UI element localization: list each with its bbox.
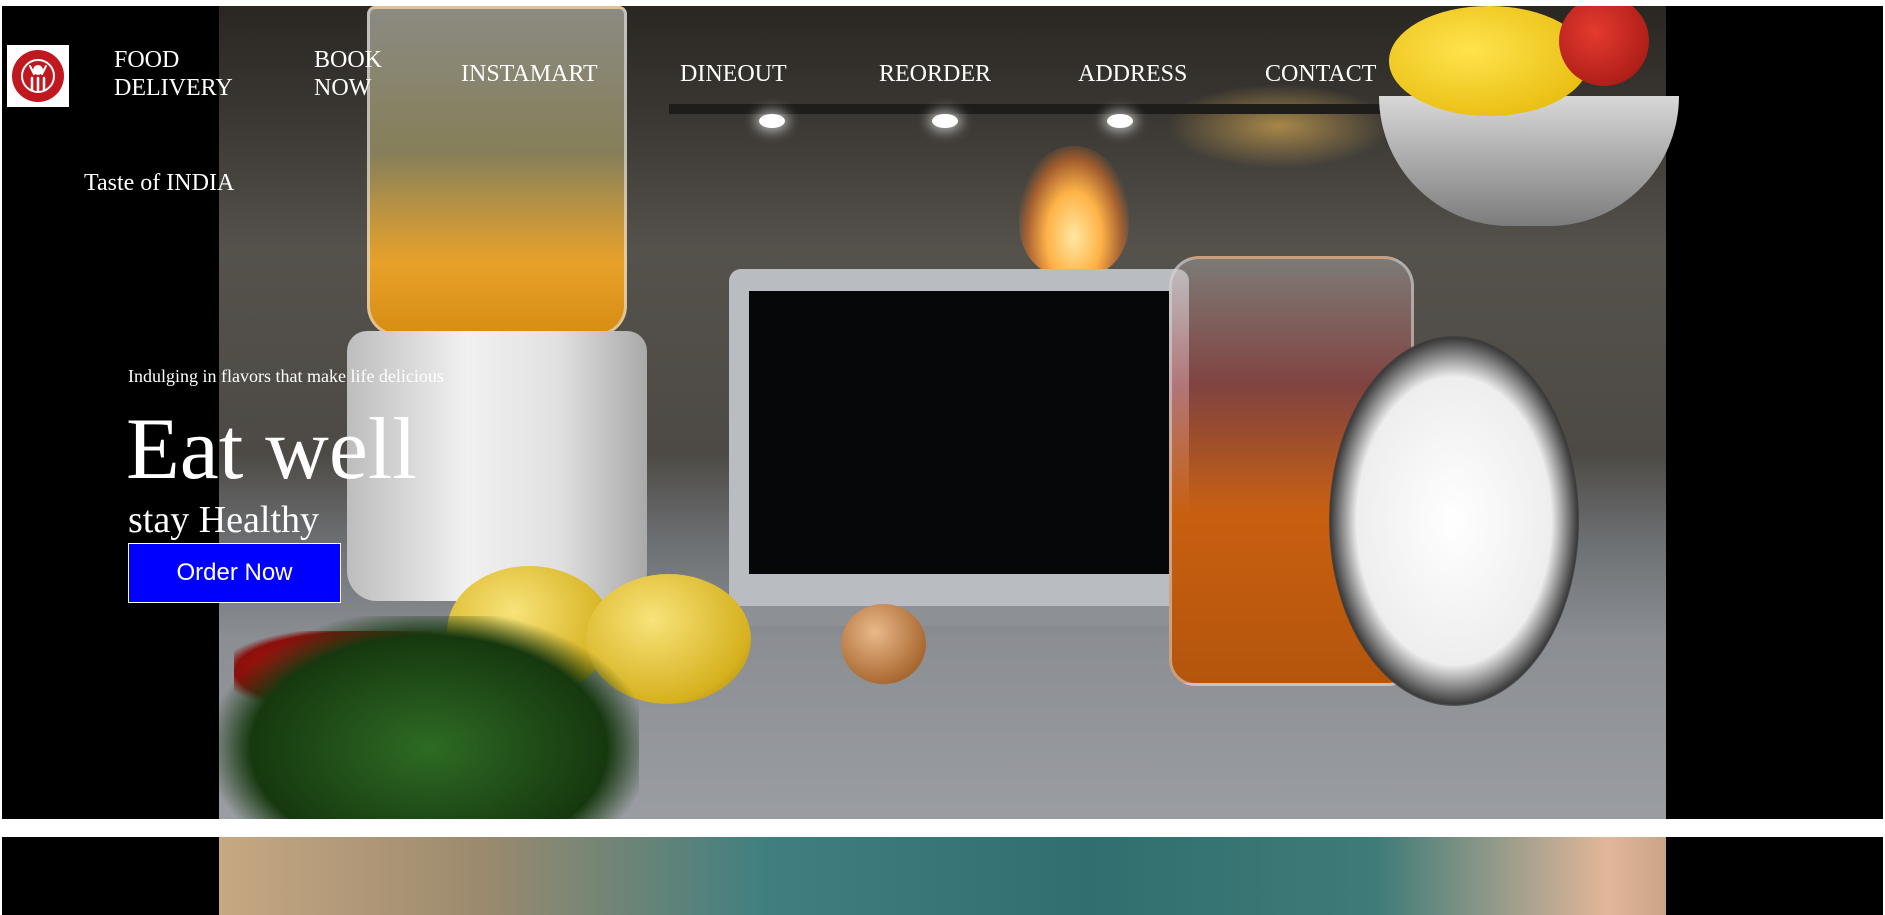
- hero-image-laptop-screen: [749, 291, 1169, 574]
- nav-item-reorder[interactable]: REORDER: [879, 60, 991, 88]
- hero-image-parsley: [219, 616, 639, 819]
- brand-tagline: Taste of INDIA: [84, 170, 235, 196]
- site-logo[interactable]: [7, 45, 69, 107]
- hero-headline: Eat well: [126, 401, 417, 498]
- hero-image-blender-jar: [367, 6, 627, 336]
- hero-image-scale-dial: [1329, 336, 1579, 706]
- hero-image-spotlight: [932, 114, 958, 128]
- hero-image-red-pepper: [1559, 6, 1649, 86]
- hero-image-spotlight: [759, 114, 785, 128]
- nav-item-dineout[interactable]: DINEOUT: [680, 60, 787, 88]
- hero-kitchen-image: [219, 6, 1679, 819]
- hero-kicker: Indulging in flavors that make life deli…: [128, 366, 444, 386]
- hero-image-scale-bowl: [1379, 96, 1679, 226]
- hero-image-laptop: [729, 269, 1189, 614]
- hero-image-flame: [1019, 146, 1129, 276]
- hero-image-spotlight: [1107, 114, 1133, 128]
- hero-image-laptop-base: [709, 606, 1209, 626]
- hero-image-yellow-pepper: [1389, 6, 1589, 116]
- order-now-button[interactable]: Order Now: [128, 543, 341, 603]
- nav-item-instamart[interactable]: INSTAMART: [461, 60, 598, 88]
- second-section-image: [219, 837, 1666, 915]
- hero-subhead: stay Healthy: [128, 499, 320, 541]
- nav-item-address[interactable]: ADDRESS: [1078, 60, 1187, 88]
- hero-image-onion: [841, 604, 926, 684]
- second-section: [2, 837, 1883, 915]
- nav-item-book-now[interactable]: BOOK NOW: [314, 46, 394, 102]
- chef-utensils-logo-icon: [12, 50, 64, 102]
- nav-item-contact[interactable]: CONTACT: [1265, 60, 1376, 88]
- hero-image-shelf: [669, 104, 1429, 114]
- nav-item-food-delivery[interactable]: FOOD DELIVERY: [114, 46, 254, 102]
